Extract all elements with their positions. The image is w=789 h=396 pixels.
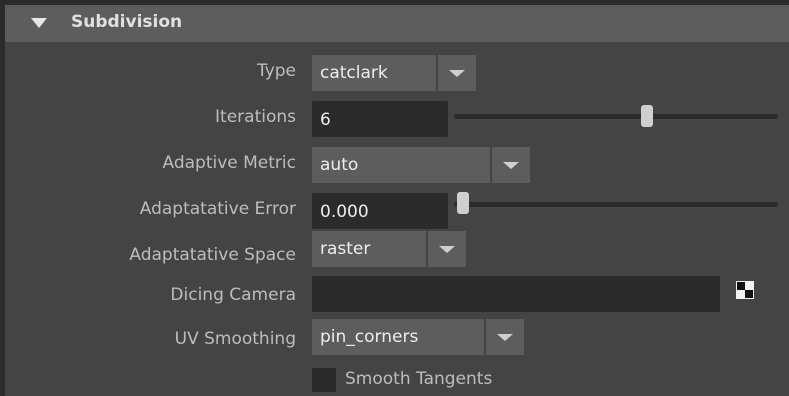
adaptative-space-dropdown-button[interactable]	[426, 231, 466, 267]
chevron-down-icon	[497, 334, 513, 341]
type-dropdown[interactable]: catclark	[312, 55, 476, 91]
type-label: Type	[256, 61, 296, 81]
adaptative-space-dropdown[interactable]: raster	[312, 231, 466, 267]
iterations-slider-track[interactable]	[454, 114, 778, 119]
chevron-down-icon	[439, 246, 455, 253]
collapse-arrow-icon[interactable]	[31, 18, 47, 28]
iterations-slider-thumb[interactable]	[641, 105, 653, 127]
adaptative-error-slider-thumb[interactable]	[457, 192, 469, 214]
smooth-tangents-checkbox[interactable]	[312, 368, 336, 392]
adaptative-space-value: raster	[320, 239, 371, 259]
uv-smoothing-label: UV Smoothing	[174, 329, 296, 349]
adaptative-error-field[interactable]: 0.000	[312, 193, 448, 229]
uv-smoothing-dropdown-button[interactable]	[484, 319, 524, 355]
iterations-field[interactable]: 6	[312, 101, 448, 137]
dicing-camera-label: Dicing Camera	[170, 285, 296, 305]
section-title: Subdivision	[71, 12, 183, 32]
iterations-label: Iterations	[215, 107, 296, 127]
type-dropdown-button[interactable]	[436, 55, 476, 91]
uv-smoothing-dropdown[interactable]: pin_corners	[312, 319, 524, 355]
panel-left-border	[0, 0, 5, 396]
adaptive-metric-dropdown[interactable]: auto	[312, 147, 530, 183]
smooth-tangents-label[interactable]: Smooth Tangents	[345, 369, 492, 389]
chevron-down-icon	[503, 162, 519, 169]
chevron-down-icon	[449, 70, 465, 77]
uv-smoothing-value: pin_corners	[320, 327, 419, 347]
adaptative-error-label: Adaptatative Error	[139, 199, 296, 219]
adaptive-metric-value: auto	[320, 155, 359, 175]
type-value: catclark	[320, 63, 388, 83]
adaptative-error-slider-track[interactable]	[454, 202, 778, 207]
adaptive-metric-label: Adaptive Metric	[162, 153, 297, 173]
adaptive-metric-dropdown-button[interactable]	[490, 147, 530, 183]
dicing-camera-field[interactable]	[312, 276, 720, 312]
adaptative-space-label: Adaptatative Space	[129, 245, 296, 265]
checker-icon[interactable]	[736, 281, 754, 299]
section-header[interactable]: Subdivision	[5, 5, 789, 42]
